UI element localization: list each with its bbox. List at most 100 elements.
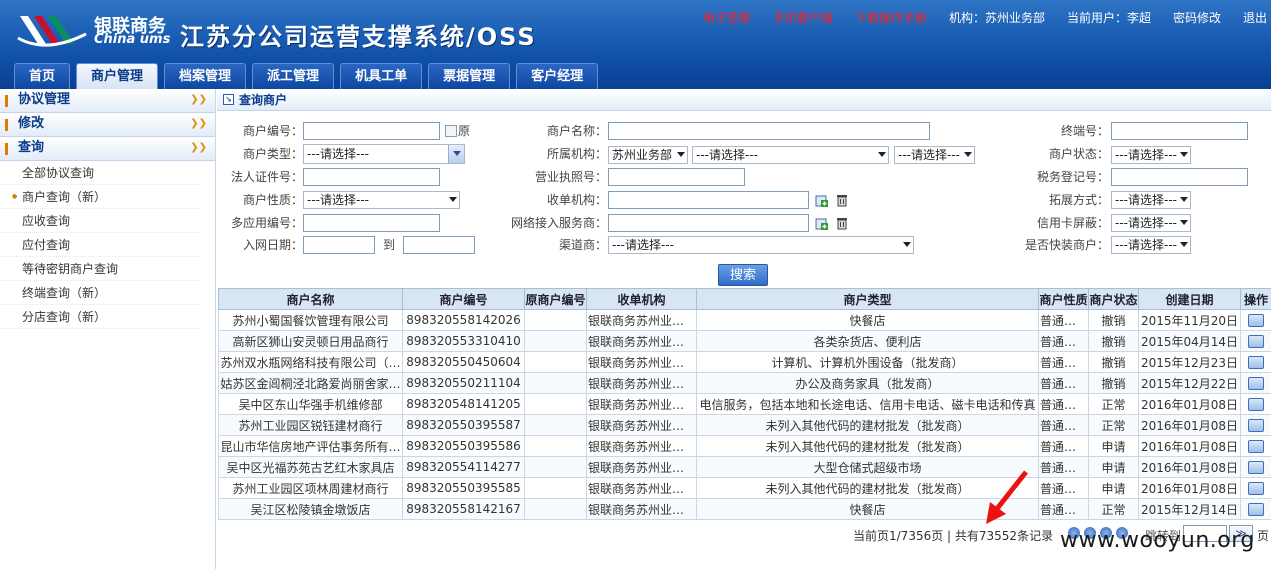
cell-merchant-nature: 普通商户	[1038, 393, 1089, 415]
tab-account-manager[interactable]: 客户经理	[516, 63, 599, 89]
sidebar-item-terminal-query[interactable]: 终端查询（新）	[0, 281, 199, 305]
view-detail-icon[interactable]	[1248, 440, 1264, 453]
cell-action	[1240, 498, 1271, 520]
cell-merchant-name: 吴中区光福苏苑古艺红木家具店	[218, 456, 403, 478]
sidebar-group-modify[interactable]: 修改 ❯❯	[0, 113, 215, 137]
tab-receipt-management[interactable]: 票据管理	[428, 63, 511, 89]
merchant-nature-select[interactable]: ---请选择---	[303, 191, 460, 209]
view-detail-icon[interactable]	[1248, 482, 1264, 495]
sidebar-group-agreement[interactable]: 协议管理 ❯❯	[0, 89, 215, 113]
org-select-2[interactable]: ---请选择---	[692, 146, 889, 164]
e-signature-link[interactable]: 电子签章	[703, 9, 751, 26]
acquirer-input[interactable]	[608, 191, 809, 209]
trash-icon[interactable]	[835, 193, 849, 207]
sidebar-item-merchant-query[interactable]: 商户查询（新）	[0, 185, 199, 209]
sidebar-item-pending-key[interactable]: 等待密钥商户查询	[0, 257, 199, 281]
cell-acquirer: 银联商务苏州业务部	[586, 456, 697, 478]
legal-id-input[interactable]	[303, 168, 440, 186]
dropdown-arrow-icon	[448, 145, 464, 163]
multi-app-no-label: 多应用编号：	[230, 216, 303, 230]
view-detail-icon[interactable]	[1248, 356, 1264, 369]
cell-merchant-name: 吴中区东山华强手机维修部	[218, 393, 403, 415]
sidebar-item-payable[interactable]: 应付查询	[0, 233, 199, 257]
cell-action	[1240, 309, 1271, 331]
org-select-3[interactable]: ---请选择---	[894, 146, 975, 164]
table-row[interactable]: 吴江区松陵镇金墩饭店 898320558142167 银联商务苏州业务部 快餐店 普通商…	[218, 498, 1271, 520]
merchant-type-select[interactable]: ---请选择---	[303, 144, 465, 164]
terminal-no-input[interactable]	[1111, 122, 1248, 140]
sidebar-item-receivable[interactable]: 应收查询	[0, 209, 199, 233]
multi-app-no-input[interactable]	[303, 214, 440, 232]
sidebar-group-label: 查询	[18, 140, 45, 155]
trash-icon[interactable]	[835, 216, 849, 230]
cell-merchant-name: 昆山市华信房地产评估事务所有…	[218, 435, 403, 457]
table-row[interactable]: 苏州小蜀国餐饮管理有限公司 898320558142026 银联商务苏州业务部 快餐店…	[218, 309, 1271, 331]
chevron-down-icon: ❯❯	[190, 118, 207, 129]
tab-merchant-management[interactable]: 商户管理	[76, 63, 159, 89]
collapse-icon[interactable]: ↘	[223, 94, 234, 105]
table-row[interactable]: 昆山市华信房地产评估事务所有… 898320550395586 银联商务苏州业务部未…	[218, 435, 1271, 457]
mobile-client-link[interactable]: 手机客户端	[773, 9, 833, 26]
merchant-status-select[interactable]: ---请选择---	[1111, 146, 1191, 164]
add-select-icon[interactable]	[815, 194, 829, 208]
download-manual-link[interactable]: 下载操作手册	[855, 9, 927, 26]
sidebar-group-query[interactable]: 查询 ❯❯	[0, 137, 215, 161]
view-detail-icon[interactable]	[1248, 419, 1264, 432]
table-row[interactable]: 吴中区光福苏苑古艺红木家具店 898320554114277 银联商务苏州业务部 大型…	[218, 456, 1271, 478]
col-acquirer[interactable]: 收单机构	[586, 288, 697, 310]
table-row[interactable]: 苏州工业园区锐钰建材商行 898320550395587 银联商务苏州业务部 未列入其…	[218, 414, 1271, 436]
org-label: 所属机构：	[546, 147, 607, 161]
view-detail-icon[interactable]	[1248, 335, 1264, 348]
col-merchant-name[interactable]: 商户名称	[218, 288, 403, 310]
view-detail-icon[interactable]	[1248, 503, 1264, 516]
orig-checkbox[interactable]	[445, 125, 457, 137]
tab-home[interactable]: 首页	[14, 63, 71, 89]
cell-merchant-type: 快餐店	[696, 309, 1039, 331]
search-button[interactable]: 搜索	[718, 264, 768, 286]
merchant-name-input[interactable]	[608, 122, 930, 140]
table-row[interactable]: 苏州工业园区项林周建材商行 898320550395585 银联商务苏州业务部 未列入…	[218, 477, 1271, 499]
credit-card-block-select[interactable]: ---请选择---	[1111, 214, 1191, 232]
col-merchant-status[interactable]: 商户状态	[1088, 288, 1139, 310]
join-date-to-input[interactable]	[403, 236, 475, 254]
tax-input[interactable]	[1111, 168, 1248, 186]
merchant-no-input[interactable]	[303, 122, 440, 140]
view-detail-icon[interactable]	[1248, 377, 1264, 390]
col-merchant-no[interactable]: 商户编号	[402, 288, 525, 310]
merchant-nature-label: 商户性质：	[242, 193, 303, 207]
view-detail-icon[interactable]	[1248, 461, 1264, 474]
license-input[interactable]	[608, 168, 745, 186]
col-merchant-type[interactable]: 商户类型	[696, 288, 1039, 310]
channel-select[interactable]: ---请选择---	[608, 236, 914, 254]
tab-archive-management[interactable]: 档案管理	[164, 63, 247, 89]
view-detail-icon[interactable]	[1248, 398, 1264, 411]
table-row[interactable]: 苏州双水瓶网络科技有限公司（… 898320550450604 银联商务苏州业务部计…	[218, 351, 1271, 373]
table-row[interactable]: 吴中区东山华强手机维修部 898320548141205 银联商务苏州业务部 电信服务…	[218, 393, 1271, 415]
tab-dispatch-management[interactable]: 派工管理	[252, 63, 335, 89]
view-detail-icon[interactable]	[1248, 314, 1264, 327]
table-row[interactable]: 高新区狮山安灵顿日用品商行 898320553310410 银联商务苏州业务部 各类杂…	[218, 330, 1271, 352]
col-merchant-nature[interactable]: 商户性质	[1038, 288, 1089, 310]
cell-merchant-status: 申请	[1088, 435, 1139, 457]
sidebar-item-all-agreements[interactable]: 全部协议查询	[0, 161, 199, 185]
col-created-date[interactable]: 创建日期	[1138, 288, 1241, 310]
sidebar-item-branch-query[interactable]: 分店查询（新）	[0, 305, 199, 329]
quick-install-select[interactable]: ---请选择---	[1111, 236, 1191, 254]
logout-link[interactable]: 退出	[1243, 9, 1267, 26]
tab-device-workorder[interactable]: 机具工单	[340, 63, 423, 89]
join-date-from-input[interactable]	[303, 236, 375, 254]
table-row[interactable]: 姑苏区金阊桐泾北路爱尚丽舍家… 898320550211104 银联商务苏州业务部办…	[218, 372, 1271, 394]
sidebar: 协议管理 ❯❯ 修改 ❯❯ 查询 ❯❯ 全部协议查询 商户查询（新） 应收查询 应付查…	[0, 89, 216, 569]
cell-created-date: 2015年12月23日	[1138, 351, 1241, 373]
col-orig-merchant-no[interactable]: 原商户编号	[524, 288, 587, 310]
cell-merchant-nature: 普通商户	[1038, 456, 1089, 478]
add-select-icon[interactable]	[815, 217, 829, 231]
credit-card-block-value: ---请选择---	[1115, 216, 1177, 230]
cell-merchant-type: 未列入其他代码的建材批发（批发商）	[696, 414, 1039, 436]
cell-merchant-no: 898320558142167	[402, 498, 525, 520]
change-password-link[interactable]: 密码修改	[1173, 9, 1221, 26]
org-select-1[interactable]: 苏州业务部	[608, 146, 688, 164]
expand-method-select[interactable]: ---请选择---	[1111, 191, 1191, 209]
network-provider-input[interactable]	[608, 214, 809, 232]
cell-merchant-type: 电信服务，包括本地和长途电话、信用卡电话、磁卡电话和传真	[696, 393, 1039, 415]
